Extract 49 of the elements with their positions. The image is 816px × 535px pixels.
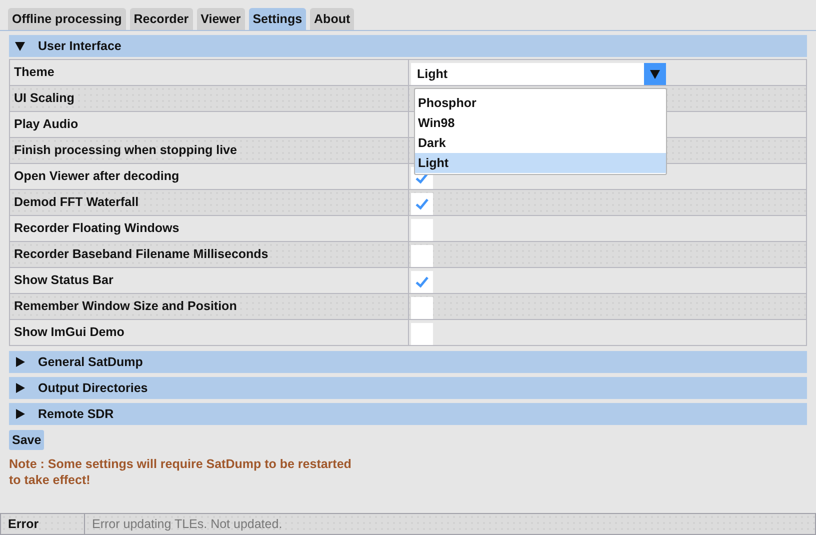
section-header[interactable]: Remote SDR	[9, 403, 807, 425]
dropdown-value: Light	[417, 66, 448, 83]
setting-label: Demod FFT Waterfall	[14, 195, 139, 209]
theme-dropdown[interactable]: Light	[411, 63, 666, 85]
checkbox[interactable]	[411, 271, 433, 293]
dropdown-option[interactable]: Phosphor	[415, 93, 666, 113]
section-header[interactable]: General SatDump	[9, 351, 807, 373]
tab[interactable]: About	[310, 8, 354, 30]
section-header[interactable]: Output Directories	[9, 377, 807, 399]
tab[interactable]: Offline processing	[8, 8, 126, 30]
check-icon	[415, 276, 429, 288]
setting-label: Theme	[14, 65, 54, 79]
setting-label: Finish processing when stopping live	[14, 143, 237, 157]
setting-label: Play Audio	[14, 117, 78, 131]
check-icon	[415, 172, 429, 184]
collapse-arrow-icon	[650, 69, 660, 79]
setting-label: Remember Window Size and Position	[14, 299, 237, 313]
expand-arrow-icon	[15, 357, 25, 367]
section-title: User Interface	[38, 38, 122, 55]
checkbox[interactable]	[411, 219, 433, 241]
setting-label: UI Scaling	[14, 91, 74, 105]
checkbox[interactable]	[411, 323, 433, 345]
status-message: Error updating TLEs. Not updated.	[92, 516, 282, 533]
setting-label: Show Status Bar	[14, 273, 114, 287]
section-title: General SatDump	[38, 354, 143, 371]
setting-label: Open Viewer after decoding	[14, 169, 180, 183]
setting-label: Recorder Baseband Filename Milliseconds	[14, 247, 268, 261]
restart-note: Note : Some settings will require SatDump to be restarted to take effect!	[9, 456, 352, 488]
tab[interactable]: Recorder	[130, 8, 193, 30]
status-level: Error	[8, 516, 39, 533]
checkbox[interactable]	[411, 245, 433, 267]
checkbox[interactable]	[411, 297, 433, 319]
setting-label: Show ImGui Demo	[14, 325, 124, 339]
checkbox[interactable]	[411, 193, 433, 215]
dropdown-option[interactable]: Win98	[415, 113, 666, 133]
dropdown-option[interactable]: Light	[415, 153, 666, 173]
collapse-arrow-icon	[15, 41, 25, 51]
check-icon	[415, 198, 429, 210]
save-button[interactable]: Save	[9, 430, 44, 450]
section-title: Remote SDR	[38, 406, 114, 423]
expand-arrow-icon	[15, 383, 25, 393]
tab[interactable]: Settings	[248, 8, 306, 30]
expand-arrow-icon	[15, 409, 25, 419]
tab[interactable]: Viewer	[196, 8, 245, 30]
setting-label: Recorder Floating Windows	[14, 221, 180, 235]
dropdown-arrow-button[interactable]	[644, 63, 666, 85]
section-header[interactable]: User Interface	[9, 35, 807, 57]
dropdown-option[interactable]: Dark	[415, 133, 666, 153]
section-title: Output Directories	[38, 380, 148, 397]
